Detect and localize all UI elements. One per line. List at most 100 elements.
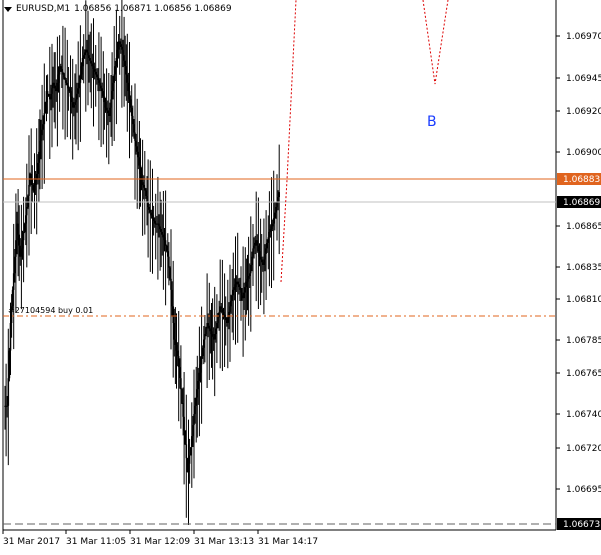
candle-body [120, 44, 122, 47]
candle-body [114, 66, 117, 75]
candle-body [8, 350, 11, 379]
candle-body [230, 300, 232, 307]
candle-body [57, 74, 60, 83]
candle-body [80, 66, 83, 75]
candle-body [208, 325, 211, 329]
dropdown-triangle-icon[interactable] [4, 6, 12, 12]
candle-body [205, 328, 207, 334]
orange-level-label: 1.06883 [563, 175, 600, 185]
candle-body [137, 151, 140, 158]
forecast-line-up [280, 0, 297, 283]
candle-body [149, 209, 152, 213]
candle-body [90, 60, 93, 64]
candle-body [195, 397, 197, 406]
candle-body [101, 88, 103, 92]
candle-body [14, 256, 16, 274]
candle-body [224, 317, 227, 321]
price-label: 1.06740 [566, 410, 601, 420]
candle-body [151, 215, 154, 219]
candle-body [129, 99, 132, 108]
candle-body [171, 289, 173, 307]
candle-body [140, 173, 143, 183]
candle-body [106, 110, 109, 114]
candle-body [229, 306, 231, 312]
candle-body [188, 455, 191, 464]
candle-body [61, 69, 63, 72]
candle-body [103, 96, 106, 103]
candle-body [241, 292, 243, 296]
candle-body [185, 444, 188, 459]
candle-body [216, 323, 218, 329]
candle-body [65, 80, 67, 83]
chart-window[interactable]: 1.06883 1.06869 #27104594 buy 0.01 1.06673 B… [0, 0, 601, 551]
candle-body [248, 273, 251, 277]
price-label: 1.06835 [566, 263, 601, 273]
price-label: 1.06970 [566, 32, 601, 42]
candle-body [245, 281, 248, 288]
candle-body [260, 259, 263, 263]
candle-body [271, 223, 274, 227]
candle-body [100, 85, 102, 89]
candle-body [133, 124, 135, 133]
candle-body [113, 74, 115, 83]
candle-body [141, 182, 144, 185]
candle-body [135, 140, 137, 147]
candle-body [70, 96, 73, 103]
candle-body [62, 71, 64, 75]
candle-body [162, 234, 165, 238]
candle-body [77, 88, 79, 94]
candle-body [123, 55, 125, 61]
chart-canvas[interactable]: 1.06883 1.06869 #27104594 buy 0.01 1.06673 B… [0, 0, 601, 551]
candle-body [170, 278, 172, 290]
candle-body [189, 447, 192, 456]
candle-body [66, 82, 69, 86]
candle-body [172, 306, 174, 323]
candle-body [23, 223, 26, 232]
level-lines: 1.06883 1.06869 #27104594 buy 0.01 1.06673 B [3, 0, 601, 530]
candle-body [275, 207, 277, 213]
candle-body [50, 93, 52, 100]
candle-body [220, 306, 223, 310]
candle-body [191, 436, 193, 448]
candle-body [192, 425, 194, 437]
candle-body [87, 52, 89, 56]
price-label: 1.06920 [566, 107, 601, 117]
candle-body [272, 218, 275, 224]
candle-body [227, 317, 229, 323]
candle-body [183, 416, 185, 431]
candle-body [121, 46, 123, 50]
candle-body [64, 77, 66, 81]
candle-body [199, 364, 202, 373]
candle-body [142, 184, 145, 188]
candle-body [130, 107, 133, 116]
candle-body [165, 245, 168, 252]
candle-body [110, 99, 112, 108]
time-label: 31 Mar 14:17 [258, 537, 318, 547]
candle-body [116, 49, 119, 58]
candle-body [278, 192, 280, 198]
candle-body [75, 99, 77, 103]
candle-body [243, 292, 245, 299]
time-label: 31 Mar 12:09 [130, 537, 190, 547]
candle-body [274, 212, 276, 219]
candle-body [26, 207, 28, 216]
candle-body [79, 74, 82, 83]
candle-body [148, 207, 150, 210]
candle-body [201, 347, 204, 357]
candle-body [96, 74, 98, 78]
price-label: 1.06720 [566, 444, 601, 454]
price-label: 1.06810 [566, 295, 601, 305]
candle-body [118, 41, 121, 45]
candle-body [12, 273, 15, 290]
candle-body [159, 226, 161, 230]
candle-body [198, 372, 201, 381]
candle-body [234, 284, 237, 288]
candle-body [259, 256, 262, 260]
candle-body [88, 55, 90, 58]
bottom-level-label: 1.06673 [563, 520, 600, 530]
candle-body [184, 430, 186, 445]
candle-body [6, 405, 8, 407]
candle-body [18, 234, 20, 246]
candle-body [145, 190, 147, 196]
candle-body [236, 281, 239, 285]
